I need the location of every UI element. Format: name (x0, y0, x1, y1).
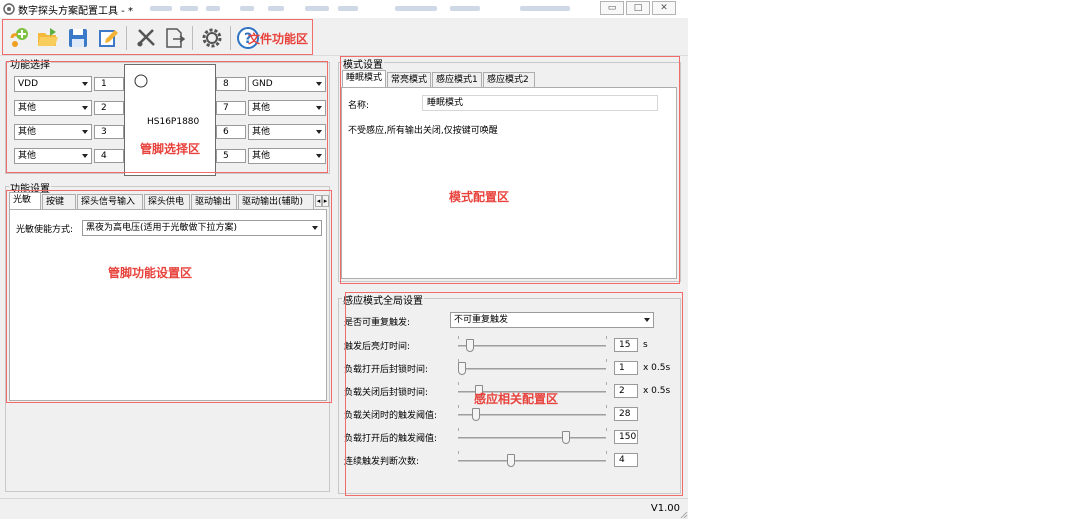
obscured-title-text (395, 6, 437, 11)
obscured-title-text (240, 6, 254, 11)
minimize-button[interactable]: ▭ (600, 1, 624, 15)
file-area-label: 文件功能区 (248, 32, 309, 46)
obscured-title-text (305, 6, 329, 11)
title-bar: 数字探头方案配置工具 - * ▭ □ ✕ (0, 0, 688, 18)
sense-config-area-label: 感应相关配置区 (474, 392, 559, 406)
obscured-title-text (206, 6, 220, 11)
resize-grip-icon[interactable] (678, 509, 688, 519)
obscured-title-text (180, 6, 198, 11)
window-title: 数字探头方案配置工具 - * (18, 6, 133, 17)
status-bar: V1.00 (0, 498, 688, 519)
mode-config-highlight (340, 56, 680, 284)
app-gear-icon (3, 3, 15, 15)
close-button[interactable]: ✕ (652, 1, 676, 15)
obscured-title-text (338, 6, 358, 11)
pin-select-area-label: 管脚选择区 (140, 142, 201, 156)
pin-func-highlight (6, 190, 332, 403)
maximize-button[interactable]: □ (626, 1, 650, 15)
pin-func-area-label: 管脚功能设置区 (108, 266, 193, 280)
obscured-title-text (520, 6, 570, 11)
obscured-title-text (268, 6, 284, 11)
obscured-title-text (150, 6, 172, 11)
mode-config-area-label: 模式配置区 (449, 190, 510, 204)
version-label: V1.00 (650, 503, 680, 514)
obscured-title-text (450, 6, 480, 11)
